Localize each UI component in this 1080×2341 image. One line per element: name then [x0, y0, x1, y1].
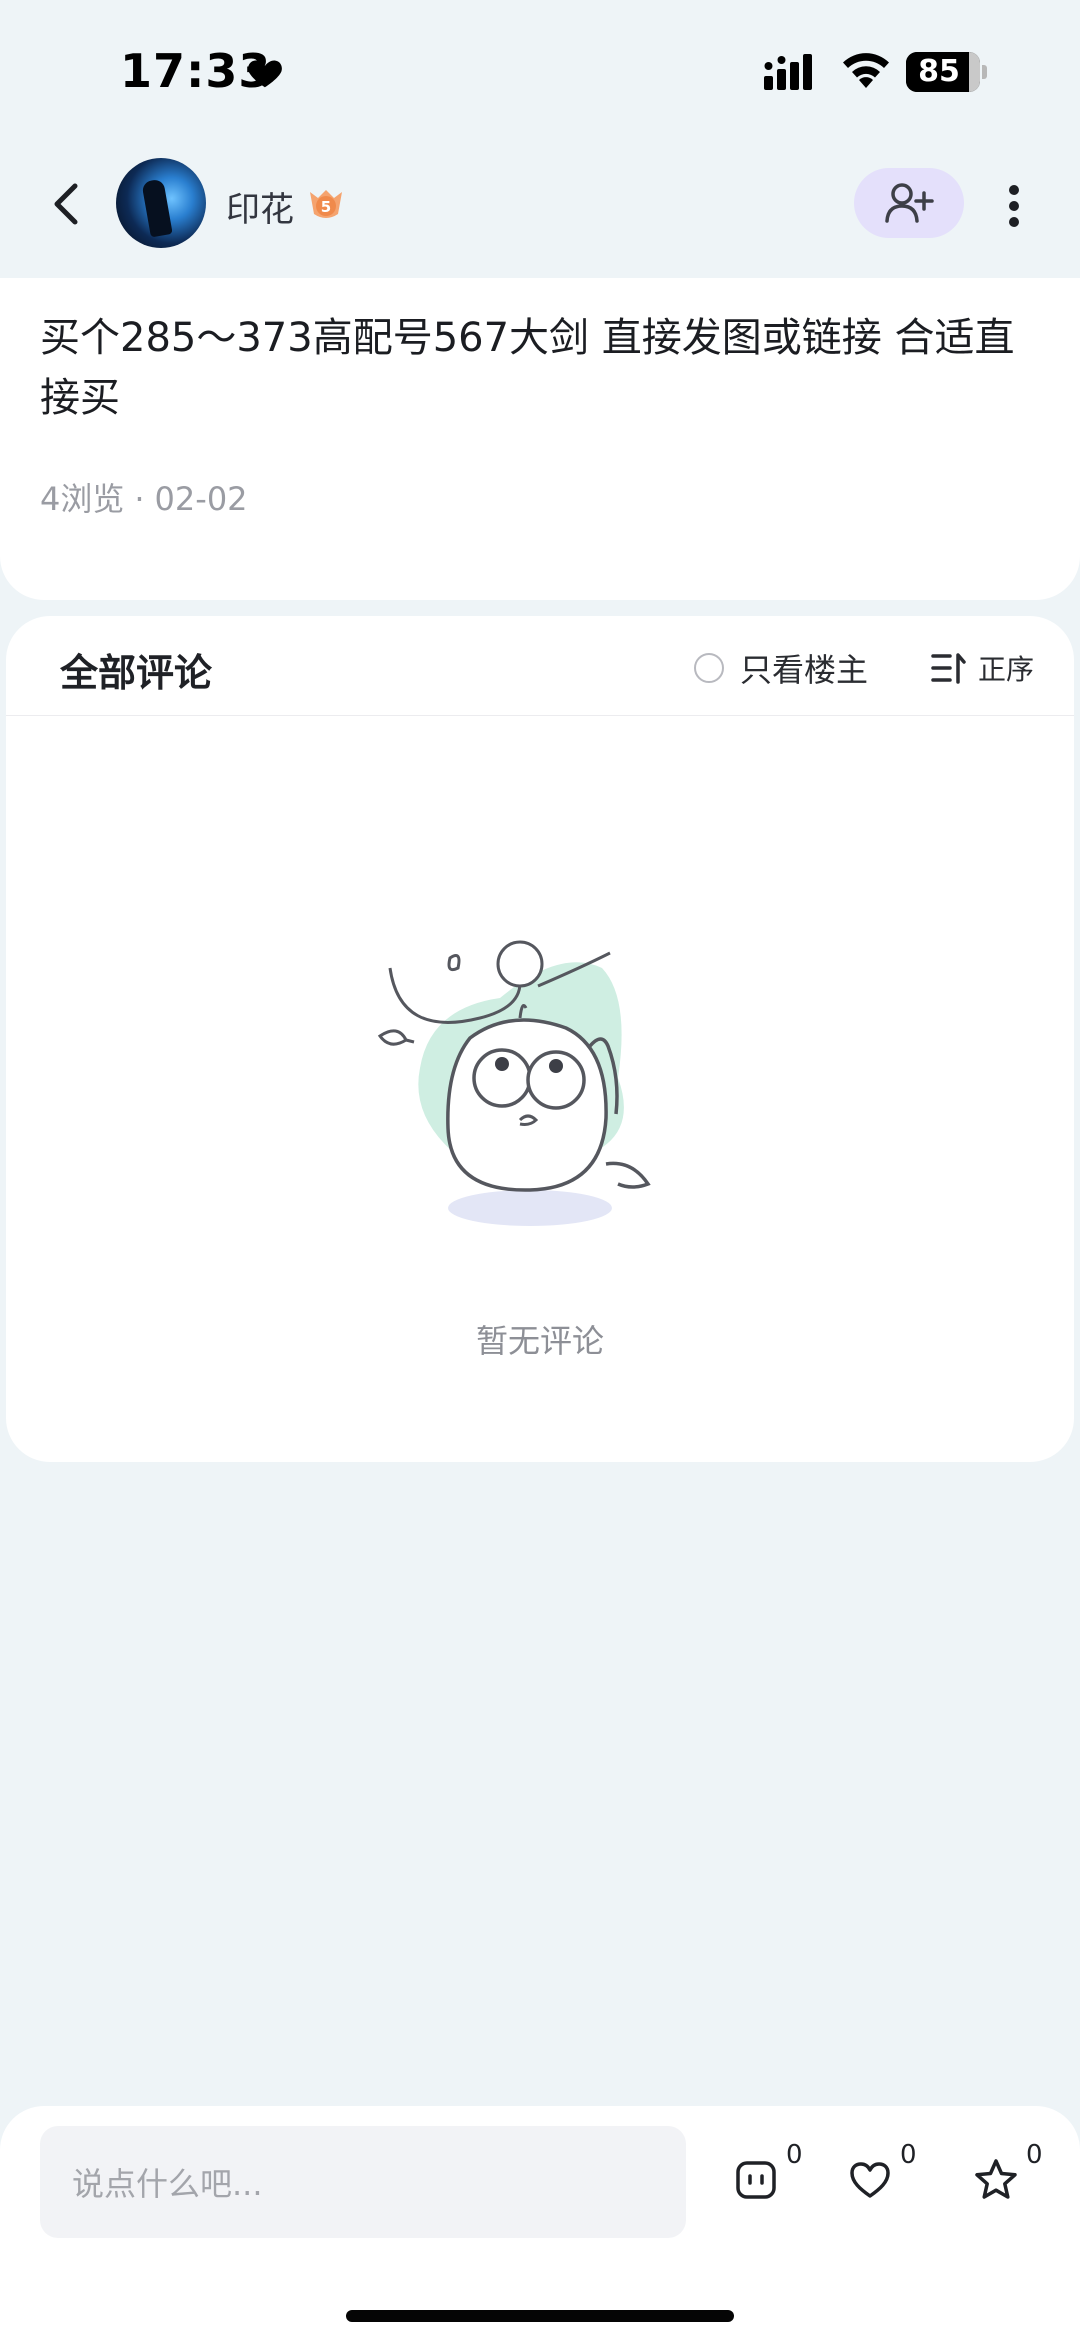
favorite-count: 0 [1026, 2140, 1043, 2170]
favorite-button[interactable]: 0 [972, 2140, 1043, 2216]
comments-title: 全部评论 [60, 651, 213, 695]
only-op-toggle[interactable]: 只看楼主 [694, 646, 868, 690]
sort-icon [931, 653, 966, 684]
comment-count: 0 [786, 2140, 803, 2170]
post-date: 02-02 [154, 480, 248, 518]
follow-button[interactable] [854, 168, 964, 238]
meta-separator: · [134, 480, 145, 518]
like-count: 0 [900, 2140, 917, 2170]
comment-input[interactable]: 说点什么吧... [40, 2126, 686, 2238]
level-badge-icon: 5 [310, 190, 342, 218]
comment-button[interactable]: 0 [732, 2140, 803, 2216]
heart-icon [248, 60, 282, 88]
empty-comments-illustration [377, 940, 651, 1226]
post-card: 买个285～373高配号567大剑 直接发图或链接 合适直接买 4浏览 · 02-0… [0, 278, 1080, 600]
post-title: 买个285～373高配号567大剑 直接发图或链接 合适直接买 [40, 315, 1015, 421]
empty-comments-text: 暂无评论 [475, 1322, 604, 1360]
like-button[interactable]: 0 [846, 2140, 917, 2216]
star-outline-icon [975, 2159, 1017, 2199]
more-button[interactable] [996, 180, 1032, 232]
battery-indicator: 85 [906, 52, 987, 92]
wifi-icon [843, 53, 889, 88]
sort-button[interactable]: 正序 [930, 646, 1034, 690]
sort-label: 正序 [978, 653, 1035, 686]
comments-header: 全部评论 只看楼主 正序 [6, 616, 1074, 716]
radio-icon [694, 653, 724, 683]
heart-outline-icon [850, 2162, 890, 2198]
avatar[interactable] [116, 158, 206, 248]
more-vertical-icon [1009, 185, 1019, 227]
back-icon [54, 183, 78, 225]
svg-text:5: 5 [321, 198, 331, 216]
comments-section: 全部评论 只看楼主 正序 暂无评论 [6, 616, 1074, 1462]
view-count: 4浏览 [40, 480, 125, 518]
post-meta: 4浏览 · 02-02 [40, 474, 248, 520]
cellular-signal-icon [764, 54, 812, 90]
comment-icon [736, 2161, 776, 2199]
only-op-label: 只看楼主 [740, 651, 869, 689]
add-friend-icon [885, 183, 934, 223]
status-bar: 17:33 85 [0, 0, 1080, 150]
battery-percent: 85 [918, 54, 960, 89]
post-header: 印花 5 [0, 150, 1080, 280]
home-indicator[interactable] [346, 2310, 734, 2322]
back-button[interactable] [40, 174, 92, 234]
username[interactable]: 印花 [226, 182, 294, 231]
bottom-action-bar: 说点什么吧... 0 0 0 [0, 2106, 1080, 2341]
